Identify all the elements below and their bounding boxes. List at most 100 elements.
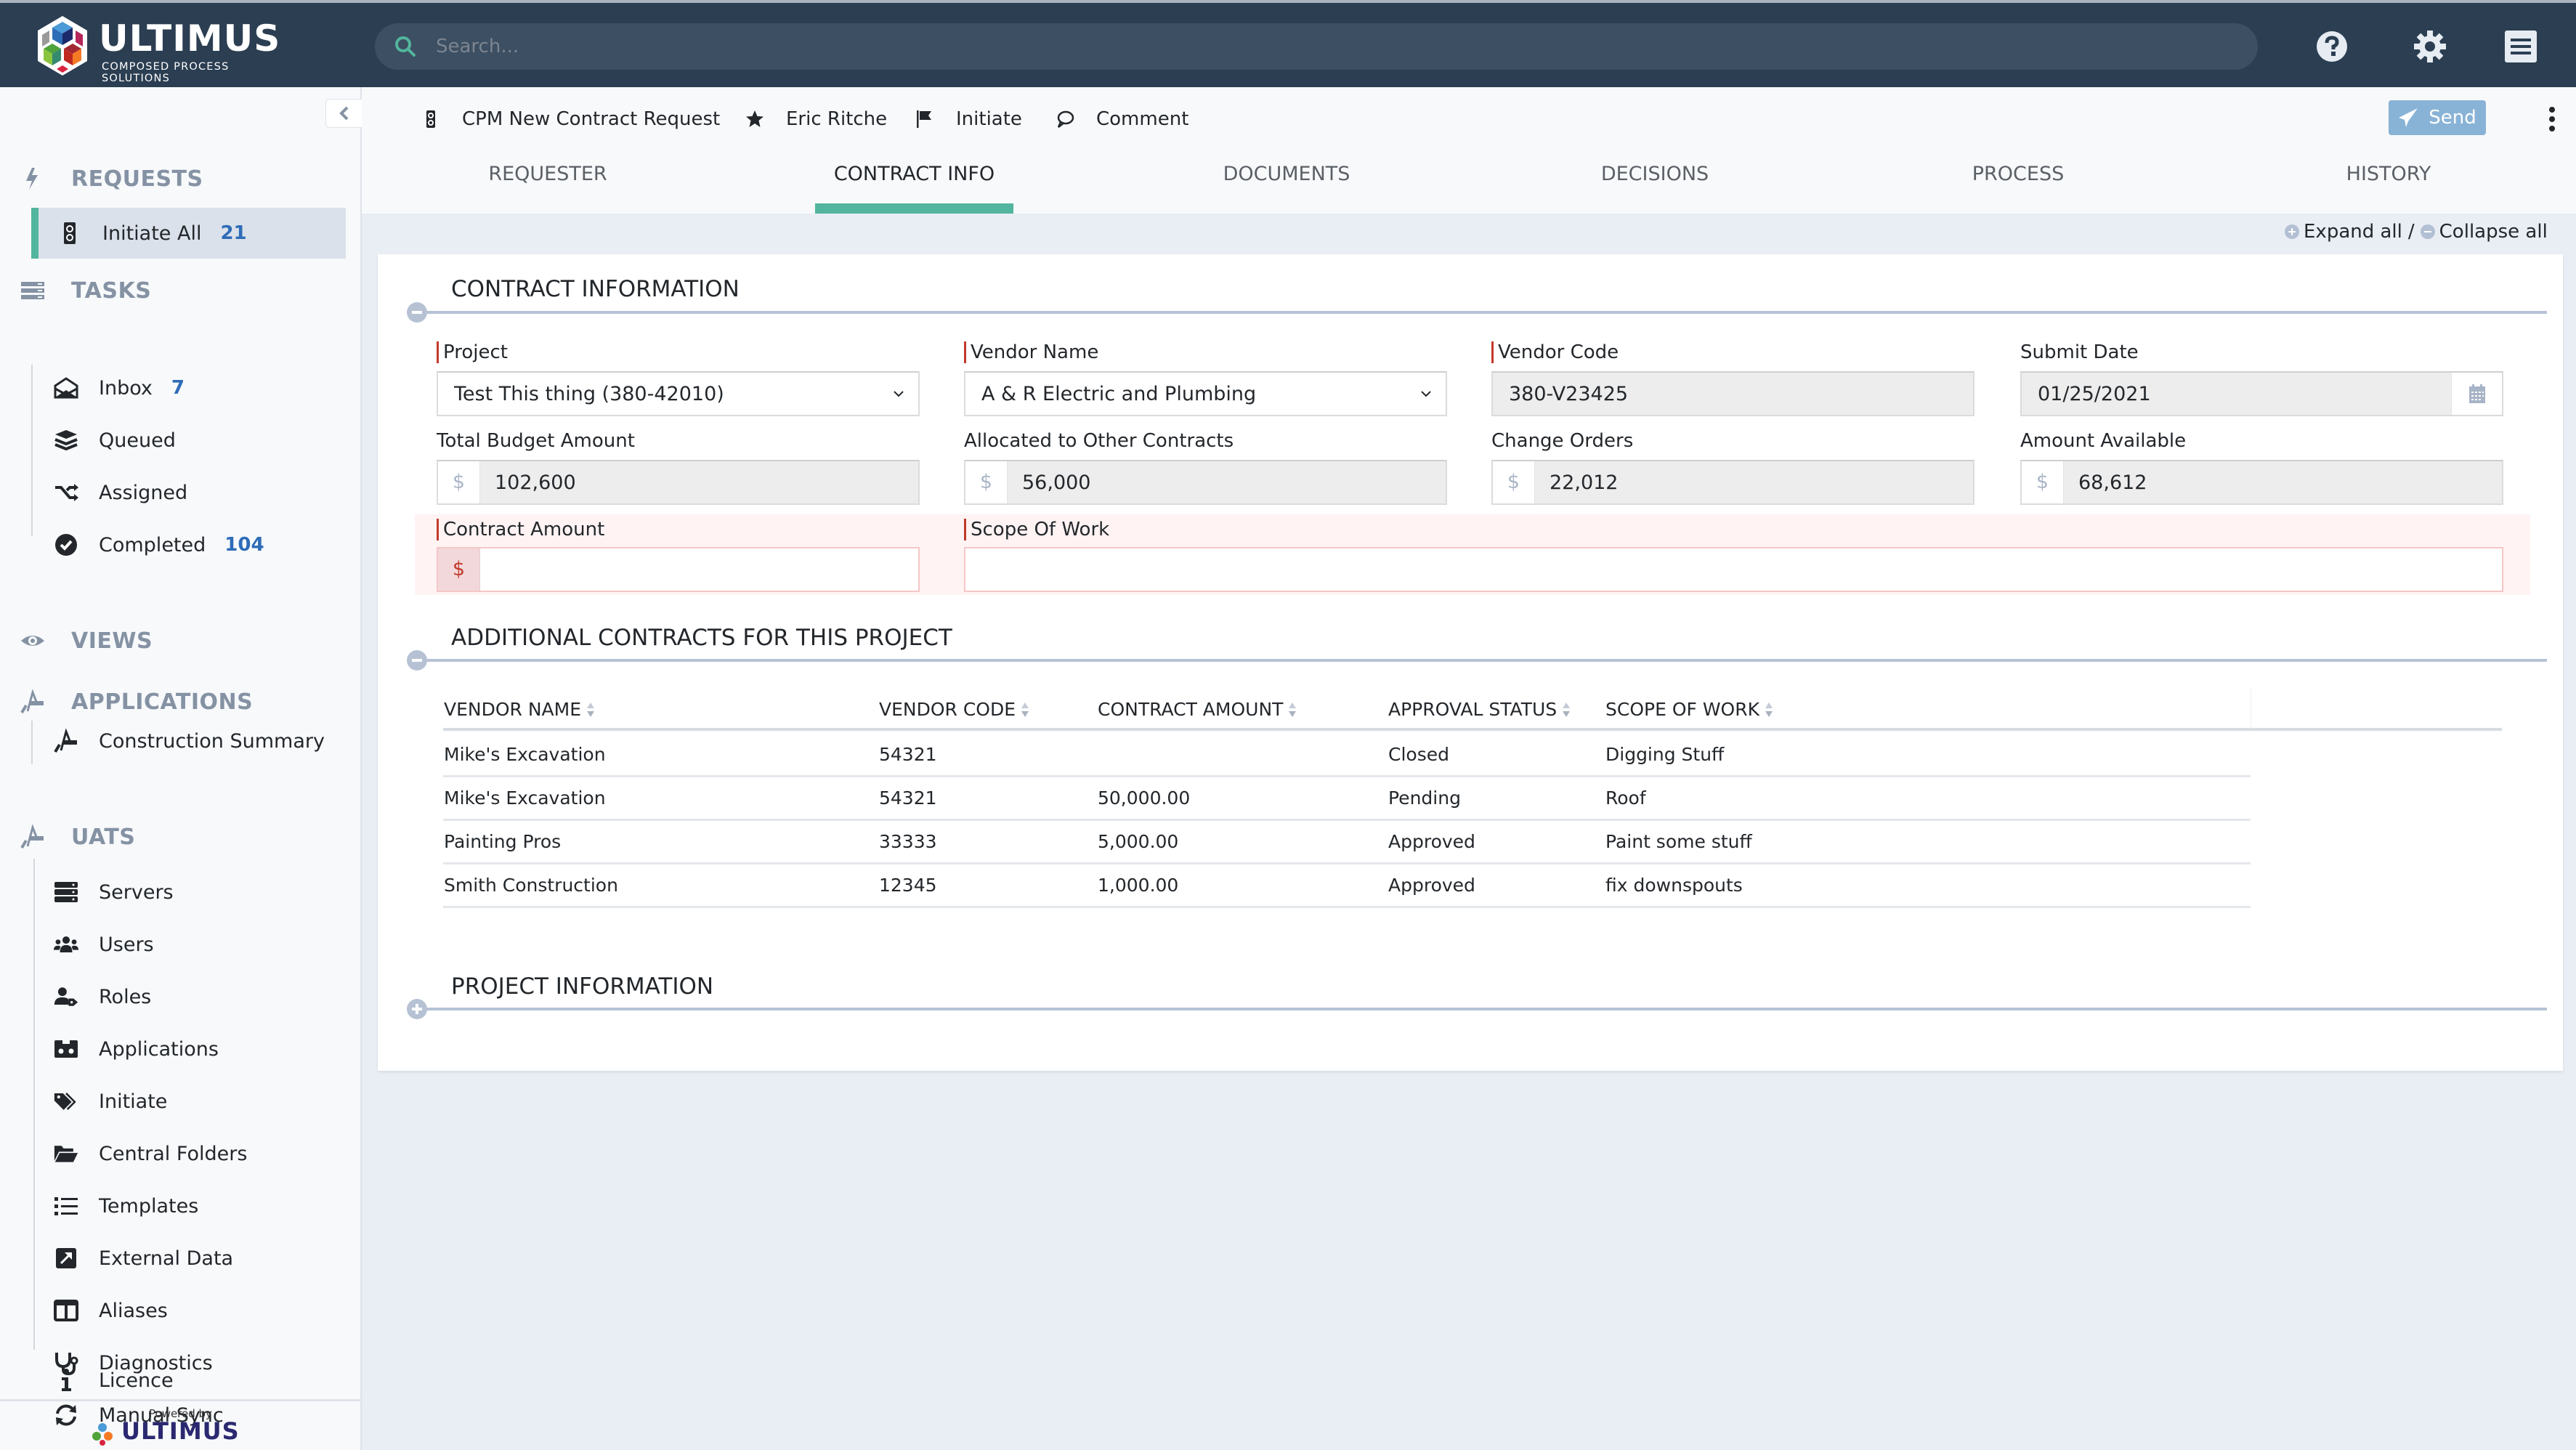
sidebar-item-label: External Data [99, 1247, 234, 1270]
menu-hamburger-icon[interactable] [2503, 29, 2538, 64]
users-icon [54, 936, 78, 953]
section-expand-toggle[interactable] [407, 999, 427, 1019]
section-collapse-toggle[interactable] [407, 302, 427, 323]
column-header[interactable]: SCOPE OF WORK [1605, 699, 1774, 720]
sidebar-item-label: Queued [99, 429, 176, 452]
sidebar-item-construction-summary[interactable]: Construction Summary [33, 721, 346, 761]
date-picker-button[interactable] [2451, 373, 2502, 415]
search-input[interactable] [436, 31, 2223, 62]
sidebar-item-aliases[interactable]: Aliases [33, 1290, 346, 1331]
folder-open-icon [54, 1146, 78, 1162]
contract-amount-input[interactable]: $ [437, 547, 920, 592]
info-icon [62, 1369, 71, 1391]
table-row[interactable]: Mike's Excavation 54321 Closed Digging Stuf… [443, 734, 2251, 777]
separator: / [2407, 221, 2415, 243]
sidebar-item-assigned[interactable]: Assigned [33, 472, 346, 513]
expand-all-link[interactable]: Expand all [2304, 221, 2402, 243]
sidebar-item-roles[interactable]: Roles [33, 976, 346, 1017]
global-search[interactable] [375, 23, 2258, 70]
vendor-name-select[interactable]: A & R Electric and Plumbing [964, 371, 1447, 416]
table-cell: 54321 [879, 787, 937, 809]
tasks-icon [21, 282, 44, 299]
sort-icon [587, 702, 595, 717]
sidebar-item-label: Assigned [99, 481, 188, 504]
sidebar-item-label: Templates [99, 1194, 199, 1218]
table-cell: 50,000.00 [1098, 787, 1191, 809]
sidebar-item-label: Initiate [99, 1090, 168, 1113]
sidebar-section-title: UATS [71, 824, 136, 850]
tab-label: REQUESTER [488, 163, 607, 185]
sidebar-item-initiate[interactable]: Initiate [33, 1081, 346, 1122]
sidebar-section-applications[interactable]: APPLICATIONS [20, 686, 253, 718]
table-row[interactable]: Mike's Excavation 54321 50,000.00 Pending Ro… [443, 777, 2251, 821]
section-collapse-toggle[interactable] [407, 650, 427, 671]
sidebar-section-uats[interactable]: UATS [20, 821, 135, 853]
comment-icon [1057, 110, 1074, 128]
table-cell: Closed [1388, 744, 1449, 765]
sidebar-section-views[interactable]: VIEWS [20, 625, 153, 657]
column-header[interactable]: VENDOR CODE [879, 699, 1030, 720]
envelope-open-icon [54, 377, 78, 399]
tab-decisions[interactable]: DECISIONS [1568, 163, 1742, 214]
sidebar-item-licence[interactable]: Licence [33, 1360, 346, 1401]
change-orders-label: Change Orders [1491, 430, 1634, 452]
table-row[interactable]: Smith Construction 12345 1,000.00 Approved f… [443, 864, 2251, 908]
eye-icon [21, 636, 44, 646]
request-header: CPM New Contract Request Eric Ritche Ini… [362, 87, 2576, 214]
sidebar-item-templates[interactable]: Templates [33, 1186, 346, 1226]
sidebar-item-central-folders[interactable]: Central Folders [33, 1133, 346, 1174]
tab-contract-info[interactable]: CONTRACT INFO [815, 163, 1013, 214]
sidebar-item-applications[interactable]: Applications [33, 1029, 346, 1069]
more-options-icon[interactable] [2541, 105, 2563, 134]
send-button[interactable]: Send [2389, 100, 2486, 135]
table-cell: 12345 [879, 875, 937, 896]
sidebar-item-servers[interactable]: Servers [33, 872, 346, 912]
sidebar-item-completed[interactable]: Completed 104 [33, 524, 346, 565]
sidebar-item-external-data[interactable]: External Data [33, 1238, 346, 1279]
column-header[interactable]: VENDOR NAME [444, 699, 596, 720]
sidebar-item-inbox[interactable]: Inbox 7 [33, 368, 346, 408]
help-icon[interactable] [2314, 29, 2349, 64]
current-step-label: Initiate [956, 108, 1022, 130]
logo-cube-icon [38, 16, 87, 76]
tab-history[interactable]: HISTORY [2309, 163, 2468, 214]
vendor-code-label: Vendor Code [1491, 341, 1619, 363]
settings-gear-icon[interactable] [2413, 29, 2447, 64]
table-cell: Smith Construction [444, 875, 618, 896]
traffic-light-icon [64, 222, 76, 244]
column-header-label: APPROVAL STATUS [1388, 699, 1558, 720]
sidebar-item-count: 104 [224, 534, 264, 556]
sidebar-item-initiate-all[interactable]: Initiate All 21 [31, 208, 346, 259]
project-select[interactable]: Test This thing (380-42010) [437, 371, 920, 416]
powered-by-brand: ULTIMUS [121, 1417, 240, 1445]
vendor-code-value: 380-V23425 [1509, 383, 1629, 405]
currency-prefix: $ [2022, 461, 2064, 503]
drafting-icon [20, 825, 44, 849]
sidebar-section-title: VIEWS [71, 628, 153, 654]
submit-date-field: 01/25/2021 [2020, 371, 2503, 416]
sidebar-collapse-button[interactable] [325, 99, 362, 128]
tab-requester[interactable]: REQUESTER [466, 163, 629, 214]
table-row[interactable]: Painting Pros 33333 5,000.00 Approved Paint … [443, 821, 2251, 864]
shuffle-icon [55, 484, 78, 501]
allocated-value: 56,000 [1022, 471, 1091, 494]
table-cell: Mike's Excavation [444, 787, 606, 809]
column-header[interactable]: CONTRACT AMOUNT [1098, 699, 1297, 720]
tree-line [31, 365, 33, 536]
vendor-name-label: Vendor Name [964, 341, 1098, 363]
comment-button[interactable]: Comment [1056, 106, 1188, 132]
sidebar-section-requests[interactable]: REQUESTS [20, 163, 203, 195]
external-link-icon [56, 1248, 76, 1268]
collapse-all-link[interactable]: Collapse all [2439, 221, 2548, 243]
tab-documents[interactable]: DOCUMENTS [1197, 163, 1376, 214]
ultimus-logo[interactable]: ULTIMUS COMPOSED PROCESS SOLUTIONS [35, 15, 296, 84]
section-divider [411, 311, 2547, 314]
column-header[interactable]: APPROVAL STATUS [1388, 699, 1571, 720]
star-icon [746, 110, 764, 127]
tab-process[interactable]: PROCESS [1938, 163, 2098, 214]
sidebar-item-label: Initiate All [102, 222, 202, 245]
scope-of-work-input[interactable] [964, 547, 2503, 592]
sidebar-item-queued[interactable]: Queued [33, 420, 346, 461]
sidebar-section-tasks[interactable]: TASKS [20, 275, 151, 307]
sidebar-item-users[interactable]: Users [33, 924, 346, 965]
